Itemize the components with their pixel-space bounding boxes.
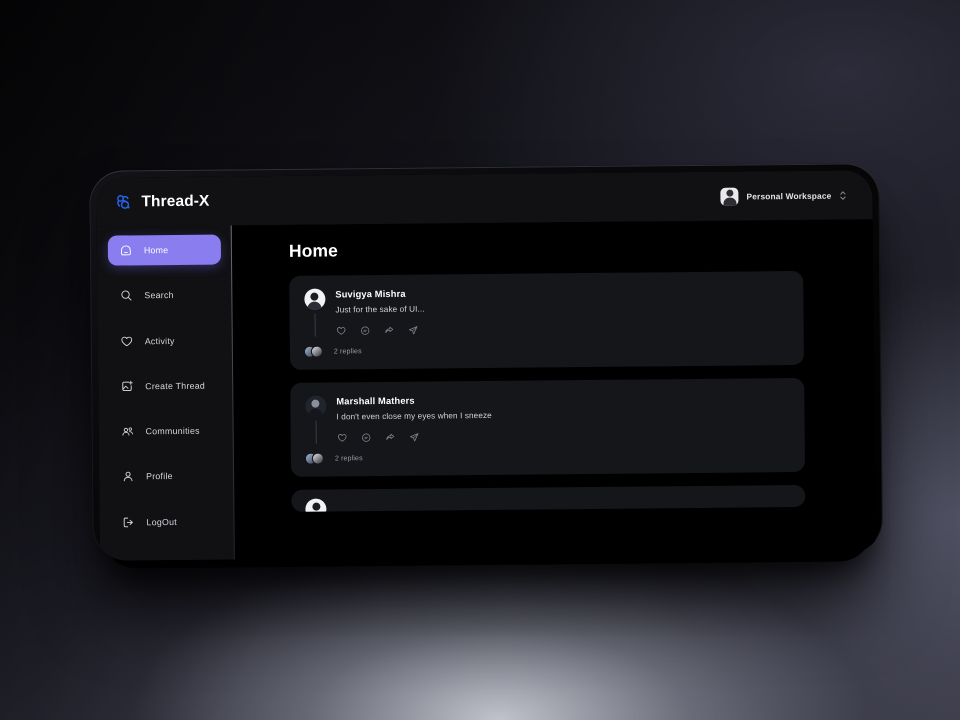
communities-icon: [121, 425, 135, 439]
device-bezel: Thread-X Personal Workspace: [89, 163, 883, 561]
sidebar-item-create-thread[interactable]: Create Thread: [109, 370, 222, 401]
user-icon: [121, 470, 135, 484]
device-mockup: Thread-X Personal Workspace: [89, 163, 883, 561]
sidebar-item-label: Activity: [145, 336, 175, 346]
send-icon[interactable]: [409, 432, 420, 443]
reply-avatars: [305, 453, 329, 466]
sidebar-item-label: Search: [144, 290, 173, 300]
sidebar-item-label: LogOut: [146, 517, 176, 527]
avatar: [312, 453, 324, 465]
home-icon: [119, 243, 133, 257]
sidebar-item-communities[interactable]: Communities: [110, 416, 223, 447]
thread-line: [314, 314, 315, 337]
post-actions: [337, 428, 791, 443]
chevron-up-down-icon: [839, 189, 846, 201]
comment-icon[interactable]: [361, 432, 372, 443]
sidebar: Home Search Activity: [97, 225, 235, 560]
brand-name: Thread-X: [141, 192, 209, 211]
search-icon: [119, 289, 133, 303]
sidebar-item-search[interactable]: Search: [108, 280, 221, 311]
post-text: Just for the sake of UI...: [335, 301, 789, 314]
sidebar-item-label: Communities: [146, 426, 200, 437]
sidebar-item-logout[interactable]: LogOut: [110, 506, 223, 537]
workspace-avatar: [720, 187, 738, 205]
repost-icon[interactable]: [385, 432, 396, 443]
send-icon[interactable]: [408, 325, 419, 336]
reply-avatars: [304, 346, 328, 359]
avatar: [304, 289, 325, 310]
comment-icon[interactable]: [360, 325, 371, 336]
post-card[interactable]: [291, 485, 805, 512]
post-actions: [336, 321, 790, 336]
avatar: [305, 396, 326, 417]
reply-count: 2 replies: [334, 348, 362, 355]
sidebar-item-profile[interactable]: Profile: [110, 461, 223, 492]
post-avatar-column: [303, 289, 325, 337]
heart-icon[interactable]: [337, 432, 348, 443]
post-author: Marshall Mathers: [336, 392, 790, 406]
workspace-label: Personal Workspace: [746, 190, 831, 201]
post-text: I don't even close my eyes when I sneeze: [336, 408, 790, 421]
post-body: Marshall Mathers I don't even close my e…: [336, 391, 790, 443]
post-card[interactable]: Marshall Mathers I don't even close my e…: [290, 378, 805, 477]
create-thread-icon: [120, 379, 134, 393]
app-header: Thread-X Personal Workspace: [96, 170, 872, 226]
post-replies[interactable]: 2 replies: [305, 448, 791, 466]
sidebar-item-label: Home: [144, 245, 169, 255]
heart-icon: [120, 334, 134, 348]
sidebar-item-activity[interactable]: Activity: [109, 325, 222, 356]
avatar: [311, 346, 323, 358]
post-avatar-column: [304, 396, 326, 444]
post-top: Marshall Mathers I don't even close my e…: [304, 391, 790, 444]
workspace-selector[interactable]: Personal Workspace: [716, 183, 850, 208]
reply-count: 2 replies: [335, 455, 363, 462]
device-screen: Thread-X Personal Workspace: [96, 170, 876, 560]
page-title: Home: [289, 235, 873, 262]
thread-knot-logo-icon: [113, 192, 132, 211]
heart-icon[interactable]: [336, 325, 347, 336]
avatar: [305, 499, 326, 512]
post-card[interactable]: Suvigya Mishra Just for the sake of UI..…: [289, 271, 804, 370]
thread-line: [315, 421, 316, 444]
logout-icon: [121, 515, 135, 529]
post-top: Suvigya Mishra Just for the sake of UI..…: [303, 284, 789, 337]
sidebar-item-label: Create Thread: [145, 381, 205, 392]
sidebar-item-home[interactable]: Home: [108, 235, 221, 266]
sidebar-item-label: Profile: [146, 471, 173, 481]
repost-icon[interactable]: [384, 325, 395, 336]
main-content: Home Suvigya Mishra Just for the sake of…: [233, 219, 876, 561]
post-body: Suvigya Mishra Just for the sake of UI..…: [335, 284, 789, 336]
brand[interactable]: Thread-X: [113, 192, 209, 212]
post-replies[interactable]: 2 replies: [304, 341, 790, 359]
post-author: Suvigya Mishra: [335, 285, 789, 299]
